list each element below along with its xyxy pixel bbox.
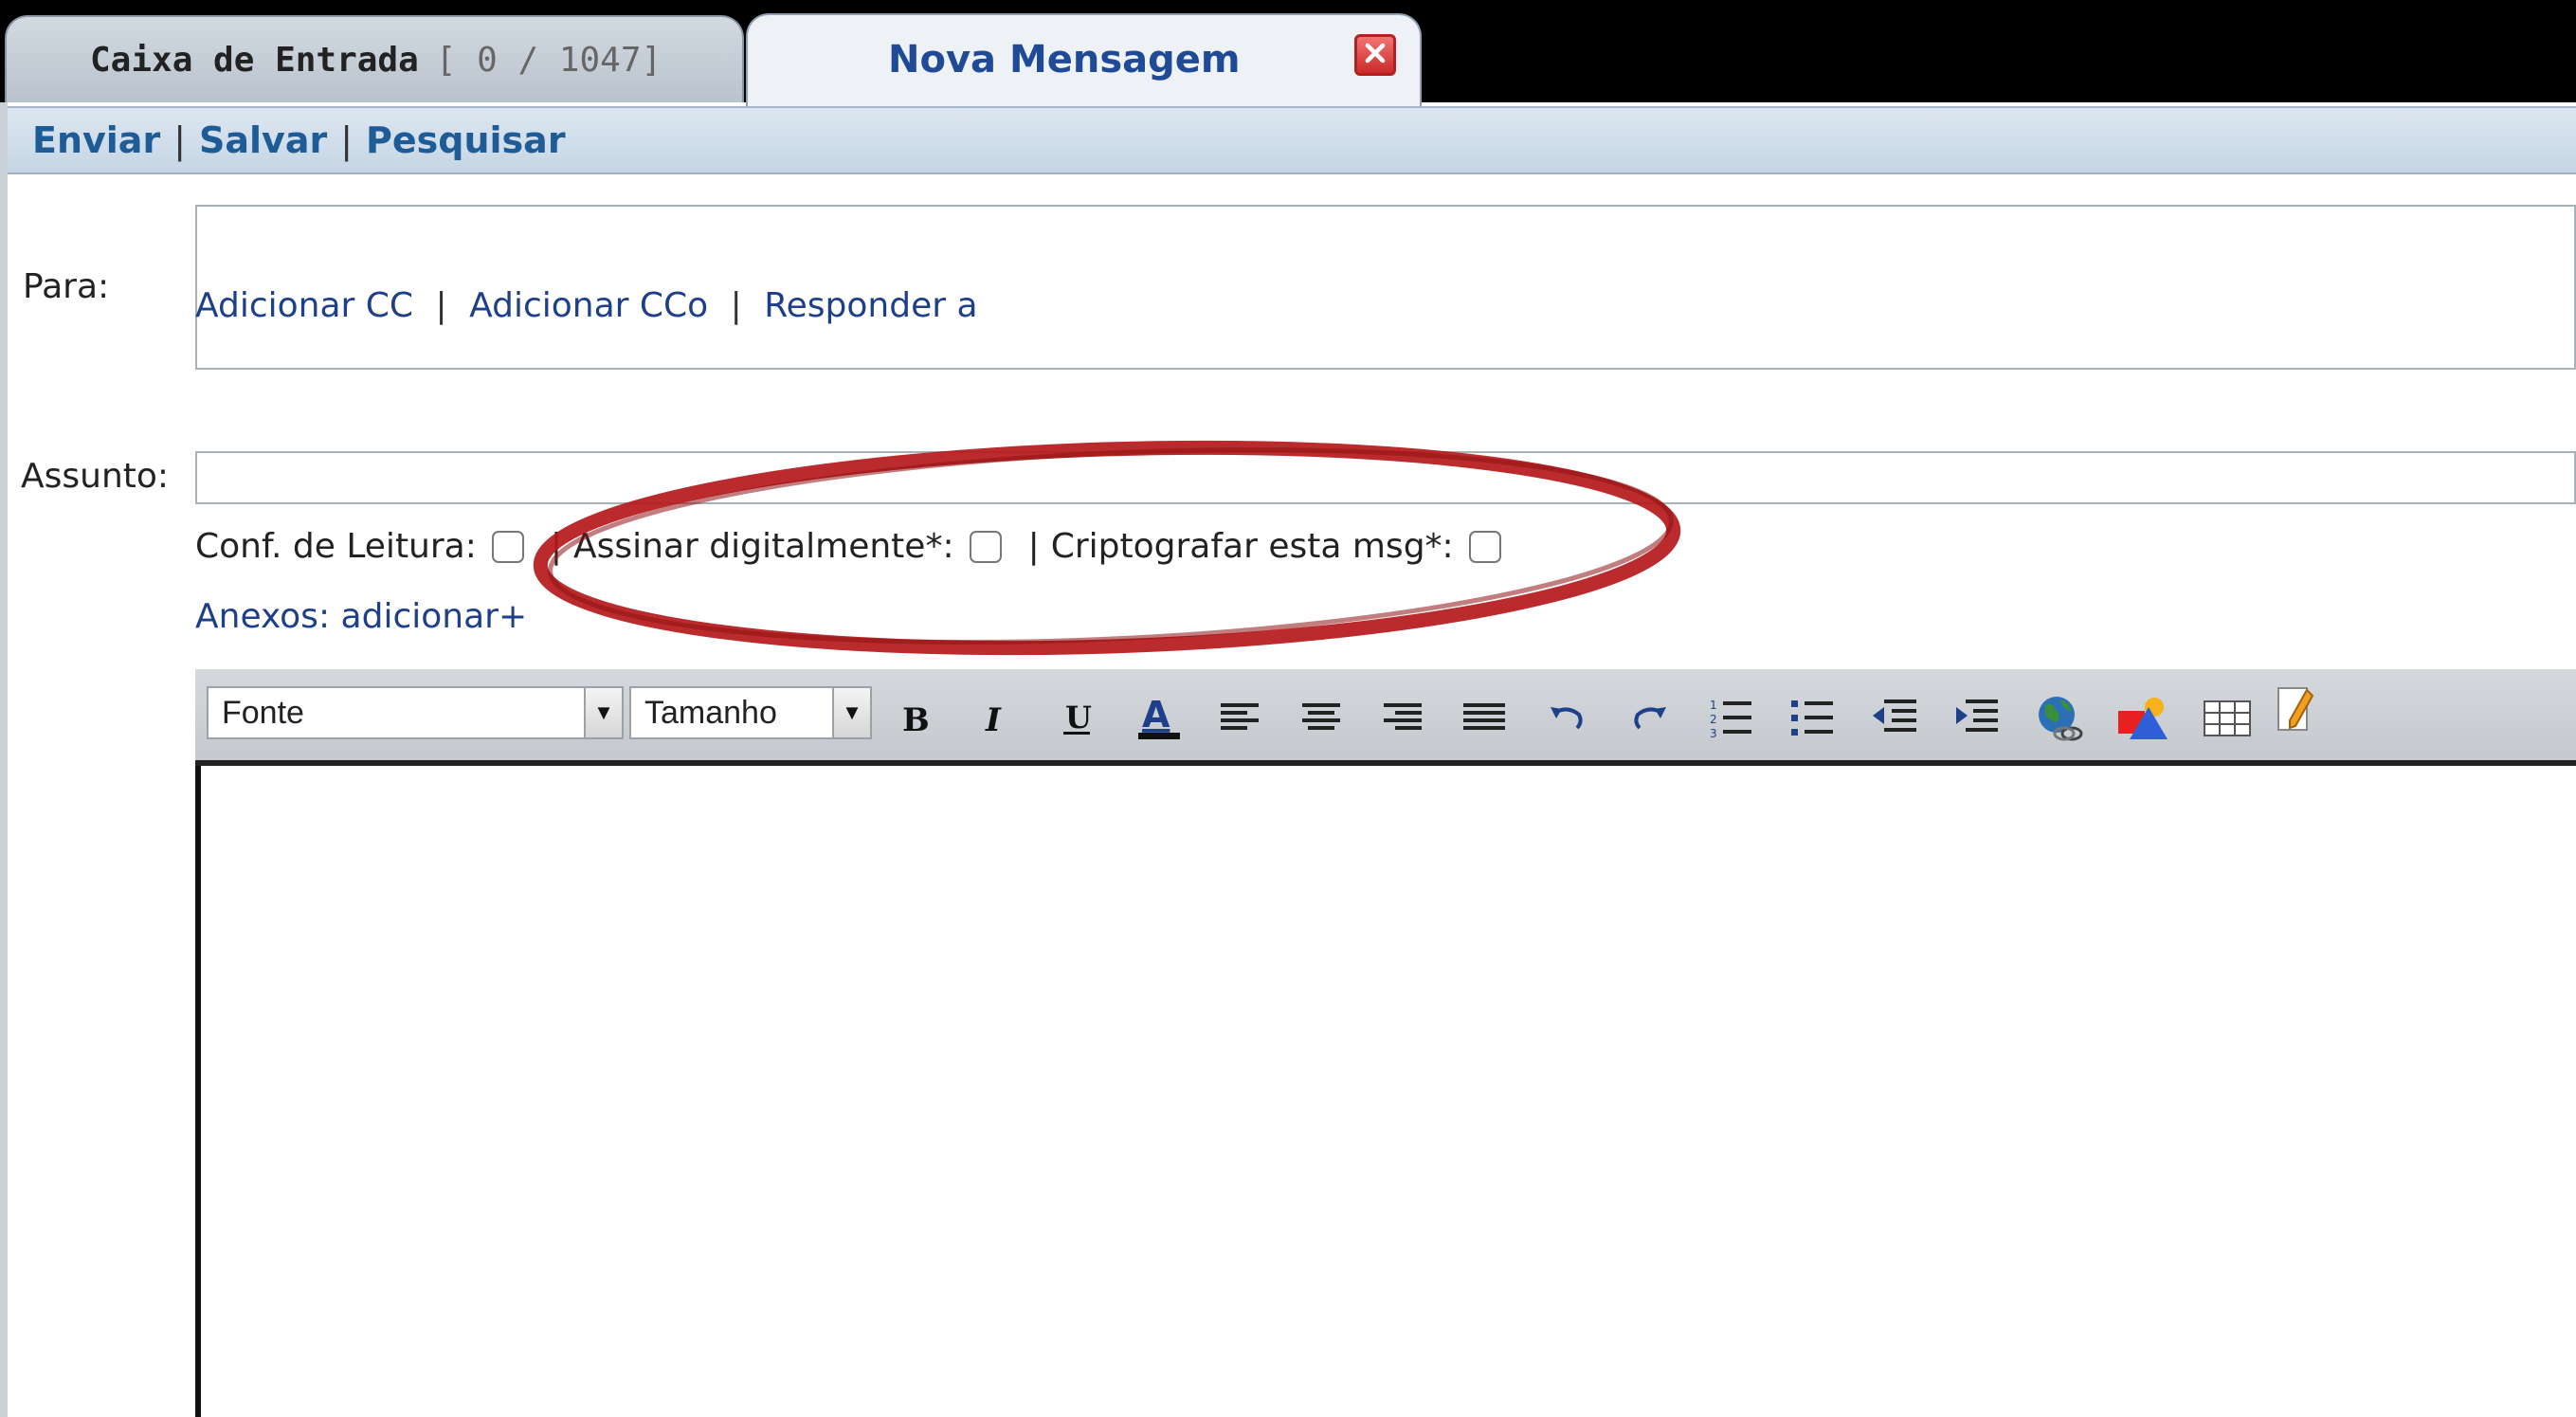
undo-icon [1547, 699, 1588, 737]
tab-inbox-label: Caixa de Entrada [90, 40, 419, 80]
bold-button[interactable]: B [885, 690, 942, 747]
edit-source-icon [2275, 684, 2320, 737]
read-receipt-label: Conf. de Leitura: [195, 527, 477, 566]
insert-link-icon [2034, 692, 2087, 745]
align-right-icon [1382, 699, 1424, 737]
add-bcc-link[interactable]: Adicionar CCo [469, 286, 708, 325]
link-separator: | [435, 286, 447, 325]
indent-icon [1952, 696, 2002, 741]
send-button[interactable]: Enviar [32, 119, 160, 161]
svg-text:2: 2 [1710, 713, 1717, 726]
outdent-icon [1871, 696, 1920, 741]
action-toolbar: Enviar | Salvar | Pesquisar [8, 106, 2576, 174]
digital-sign-checkbox[interactable] [969, 530, 1002, 563]
svg-text:1: 1 [1710, 699, 1717, 712]
svg-text:U: U [1065, 699, 1092, 736]
insert-image-icon [2116, 694, 2171, 743]
subject-label: Assunto: [21, 457, 170, 496]
ordered-list-icon: 123 [1708, 696, 1753, 741]
italic-button[interactable]: I [967, 690, 1024, 747]
link-separator: | [730, 286, 742, 325]
option-separator: | [1027, 527, 1040, 566]
insert-link-button[interactable] [2032, 690, 2089, 747]
underline-button[interactable]: U [1048, 690, 1105, 747]
attachments-label: Anexos: [195, 597, 331, 636]
align-right-button[interactable] [1374, 690, 1431, 747]
close-tab-button[interactable] [1354, 34, 1396, 76]
insert-table-icon [2203, 698, 2252, 739]
svg-text:I: I [985, 701, 1002, 737]
subject-field[interactable] [195, 451, 2576, 504]
add-cc-link[interactable]: Adicionar CC [195, 286, 413, 325]
font-select-value: Fonte [222, 694, 304, 731]
add-attachment-link[interactable]: adicionar+ [341, 597, 528, 636]
align-center-icon [1300, 699, 1342, 737]
unordered-list-icon [1789, 696, 1835, 741]
underline-icon: U [1058, 698, 1096, 739]
size-select[interactable]: Tamanho ▼ [629, 686, 872, 739]
redo-button[interactable] [1621, 690, 1678, 747]
tab-new-message-label: Nova Mensagem [888, 38, 1241, 82]
tab-inbox[interactable]: Caixa de Entrada [ 0 / 1047] [5, 15, 744, 102]
tab-new-message[interactable]: Nova Mensagem [746, 13, 1422, 106]
read-receipt-checkbox[interactable] [491, 530, 524, 563]
align-left-button[interactable] [1211, 690, 1268, 747]
ordered-list-button[interactable]: 123 [1702, 690, 1759, 747]
search-button[interactable]: Pesquisar [366, 119, 566, 161]
editor-toolbar: Fonte ▼ Tamanho ▼ B I U A 123 [195, 669, 2576, 766]
close-icon [1363, 41, 1388, 69]
size-select-value: Tamanho [644, 694, 777, 731]
font-select[interactable]: Fonte ▼ [207, 686, 624, 739]
insert-image-button[interactable] [2115, 690, 2172, 747]
svg-text:B: B [902, 701, 930, 737]
align-justify-button[interactable] [1456, 690, 1513, 747]
unordered-list-button[interactable] [1784, 690, 1841, 747]
font-color-icon: A [1134, 695, 1182, 742]
insert-table-button[interactable] [2199, 690, 2256, 747]
tab-inbox-count: [ 0 / 1047] [435, 40, 662, 80]
recipient-links: Adicionar CC | Adicionar CCo | Responder… [195, 286, 978, 325]
to-label: Para: [23, 267, 110, 306]
indent-button[interactable] [1949, 690, 2005, 747]
italic-icon: I [976, 699, 1014, 737]
align-center-button[interactable] [1293, 690, 1350, 747]
toolbar-separator: | [173, 119, 187, 161]
font-color-button[interactable]: A [1130, 690, 1187, 747]
bold-icon: B [895, 699, 933, 737]
align-justify-icon [1461, 699, 1507, 737]
message-options: Conf. de Leitura: | Assinar digitalmente… [195, 527, 1511, 566]
message-body-editor[interactable] [195, 766, 2576, 1417]
svg-text:A: A [1142, 695, 1170, 736]
undo-button[interactable] [1539, 690, 1596, 747]
toolbar-separator: | [340, 119, 354, 161]
redo-icon [1628, 699, 1670, 737]
encrypt-checkbox[interactable] [1468, 530, 1501, 563]
digital-sign-label: Assinar digitalmente*: [573, 527, 954, 566]
tab-bar: Caixa de Entrada [ 0 / 1047] Nova Mensag… [0, 0, 2576, 106]
save-button[interactable]: Salvar [199, 119, 327, 161]
align-left-icon [1219, 699, 1261, 737]
option-separator: | [550, 527, 562, 566]
edit-source-button[interactable] [2269, 682, 2326, 739]
chevron-down-icon: ▼ [584, 688, 622, 737]
encrypt-label: Criptografar esta msg*: [1050, 527, 1454, 566]
attachments-row: Anexos: adicionar+ [195, 597, 527, 636]
outdent-button[interactable] [1867, 690, 1924, 747]
chevron-down-icon: ▼ [832, 688, 870, 737]
svg-text:3: 3 [1710, 727, 1717, 740]
reply-to-link[interactable]: Responder a [764, 286, 977, 325]
